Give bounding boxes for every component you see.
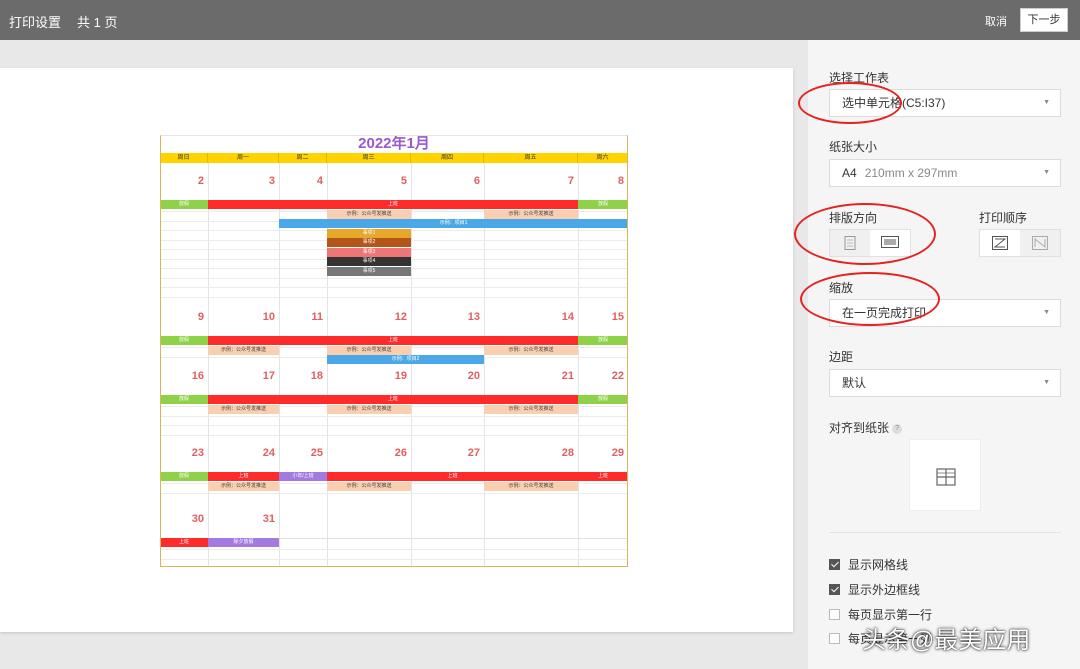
- align-label-text: 对齐到纸张: [829, 421, 890, 435]
- page-count: 共 1 页: [77, 15, 118, 30]
- next-step-button[interactable]: 下一步: [1020, 8, 1068, 32]
- order-z-icon: [992, 236, 1008, 250]
- print-settings-title: 打印设置: [9, 15, 62, 30]
- annotation-ellipse-orientation: [794, 203, 936, 265]
- print-order-label: 打印顺序: [979, 211, 1028, 225]
- print-order-toggle: [979, 229, 1061, 257]
- chevron-down-icon: ▼: [1043, 99, 1050, 106]
- margin-select[interactable]: 默认 ▼: [829, 369, 1061, 397]
- chevron-down-icon: ▼: [1043, 169, 1050, 176]
- align-label: 对齐到纸张?: [829, 419, 903, 436]
- order-z-option[interactable]: [980, 230, 1020, 256]
- paper-size-select[interactable]: A4 210mm x 297mm ▼: [829, 159, 1061, 187]
- watermark-text: 头条@最美应用: [862, 627, 1031, 654]
- checkbox-unchecked-icon: [829, 609, 840, 621]
- border-checkbox[interactable]: 显示外边框线: [829, 581, 920, 598]
- gridlines-checkbox[interactable]: 显示网格线: [829, 556, 908, 573]
- margin-value: 默认: [842, 376, 867, 390]
- calendar-preview: 2022年1月 周日 周一 周二 周三 周四 周五 周六 2 3 4 5 6 7 8 9 10 11 12 13 14…: [160, 135, 628, 567]
- gridlines-label: 显示网格线: [848, 558, 909, 572]
- checkbox-checked-icon: [829, 584, 840, 596]
- checkbox-unchecked-icon: [829, 633, 840, 645]
- panel-divider: [829, 532, 1061, 533]
- order-n-icon: [1032, 236, 1048, 250]
- table-grid-icon: [936, 468, 956, 486]
- align-to-paper-selector[interactable]: [909, 439, 981, 511]
- paper-size-label: 纸张大小: [829, 140, 878, 154]
- chevron-down-icon: ▼: [1043, 379, 1050, 386]
- annotation-ellipse-sheet: [798, 82, 902, 124]
- margin-label: 边距: [829, 350, 854, 364]
- checkbox-checked-icon: [829, 559, 840, 571]
- chevron-down-icon: ▼: [1043, 309, 1050, 316]
- top-bar: 打印设置 共 1 页 取消 下一步: [0, 0, 1080, 40]
- annotation-ellipse-scale: [800, 272, 940, 326]
- order-n-option[interactable]: [1020, 230, 1060, 256]
- help-icon[interactable]: ?: [892, 423, 903, 434]
- cancel-button[interactable]: 取消: [985, 13, 1007, 29]
- paper-size-dims: 210mm x 297mm: [864, 166, 958, 180]
- calendar-border: [160, 135, 628, 567]
- border-label: 显示外边框线: [848, 583, 921, 597]
- paper-size-value: A4: [842, 166, 857, 180]
